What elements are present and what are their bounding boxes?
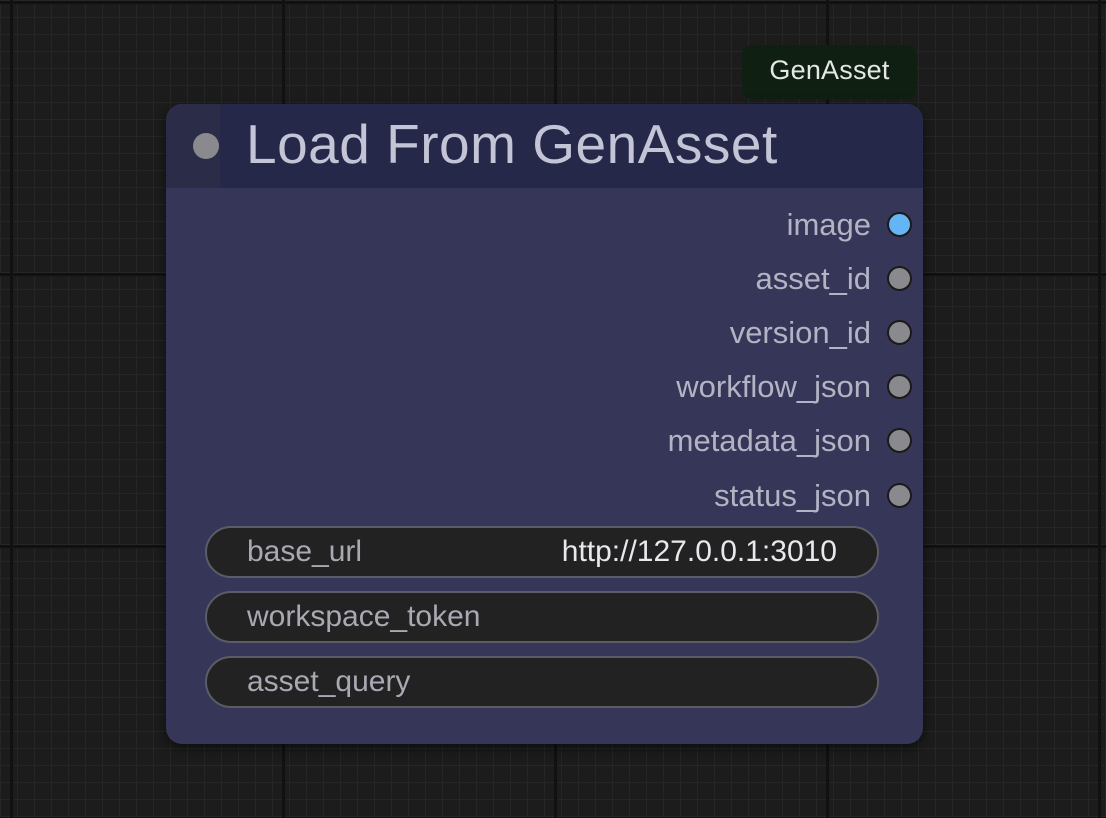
output-slot-icon[interactable] — [887, 266, 912, 291]
widget-label: workspace_token — [247, 600, 481, 633]
output-slot-icon[interactable] — [887, 483, 912, 508]
load-from-genasset-node[interactable]: Load From GenAsset image asset_id versio… — [166, 104, 923, 744]
node-source-badge: GenAsset — [742, 45, 917, 99]
asset-query-field[interactable]: asset_query — [205, 656, 879, 708]
output-label: status_json — [714, 478, 871, 513]
output-label: image — [786, 207, 871, 242]
output-version-id: version_id — [166, 313, 923, 353]
output-slot-icon[interactable] — [887, 428, 912, 453]
output-image: image — [166, 205, 923, 245]
workspace-token-field[interactable]: workspace_token — [205, 591, 879, 643]
output-status-json: status_json — [166, 476, 923, 516]
output-metadata-json: metadata_json — [166, 421, 923, 461]
output-label: version_id — [729, 315, 871, 350]
base-url-field[interactable]: base_url http://127.0.0.1:3010 — [205, 526, 879, 578]
output-asset-id: asset_id — [166, 259, 923, 299]
output-slot-icon[interactable] — [887, 320, 912, 345]
output-slot-icon[interactable] — [887, 374, 912, 399]
output-label: metadata_json — [667, 423, 871, 458]
node-collapse-toggle[interactable] — [166, 104, 220, 188]
output-label: workflow_json — [676, 369, 871, 404]
node-header[interactable]: Load From GenAsset — [166, 104, 923, 188]
widget-label: asset_query — [247, 665, 411, 698]
collapse-dot-icon[interactable] — [193, 133, 219, 159]
widget-value: http://127.0.0.1:3010 — [561, 535, 837, 568]
node-title: Load From GenAsset — [246, 113, 778, 175]
output-slot-icon[interactable] — [887, 212, 912, 237]
widget-label: base_url — [247, 535, 363, 568]
output-label: asset_id — [755, 261, 871, 296]
output-workflow-json: workflow_json — [166, 367, 923, 407]
